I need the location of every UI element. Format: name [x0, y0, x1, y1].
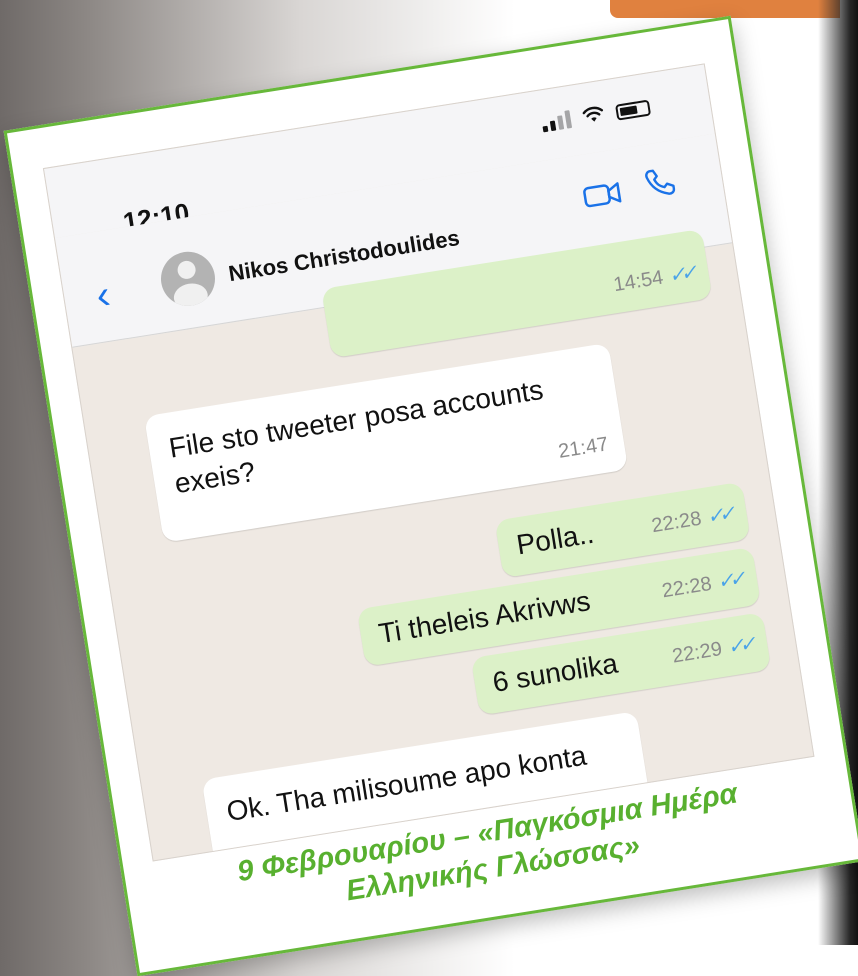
read-receipt-icon: ✓✓ — [715, 568, 743, 594]
avatar[interactable] — [157, 247, 219, 310]
status-icons — [540, 96, 652, 133]
message-meta: 22:29 ✓✓ — [670, 626, 754, 674]
message-time: 21:47 — [556, 433, 610, 463]
phone-icon[interactable] — [641, 165, 678, 202]
message-text: Polla.. — [514, 517, 597, 561]
message-meta: 21:47 — [556, 426, 611, 469]
top-accent-bar — [610, 0, 840, 18]
read-receipt-icon: ✓✓ — [726, 633, 753, 659]
message-meta: 14:54 ✓✓ — [611, 255, 695, 303]
read-receipt-icon: ✓✓ — [667, 261, 694, 288]
message-text: File sto tweeter posa accounts exeis? — [166, 373, 546, 500]
message-list: 14:54 ✓✓ File sto tweeter posa accounts … — [72, 228, 813, 862]
wifi-icon — [582, 106, 604, 122]
battery-icon — [615, 99, 652, 121]
message-meta: 22:28 ✓✓ — [649, 496, 733, 544]
screenshot-card: 12:10 ‹ Nikos Christodoulides 14:54 ✓✓ F… — [3, 15, 858, 976]
signal-icon — [541, 110, 573, 133]
phone-screen: 12:10 ‹ Nikos Christodoulides 14:54 ✓✓ F… — [42, 63, 815, 862]
message-text: 6 sunolika — [490, 647, 620, 698]
message-text: Ti theleis Akrivws — [376, 585, 593, 650]
back-chevron-icon[interactable]: ‹ — [93, 273, 113, 319]
read-receipt-icon: ✓✓ — [705, 502, 733, 529]
message-time: 22:29 — [670, 637, 724, 668]
video-camera-icon[interactable] — [581, 177, 625, 213]
message-time: 22:28 — [650, 507, 704, 538]
message-meta: 22:28 ✓✓ — [659, 561, 743, 609]
message-time: 14:54 — [611, 266, 665, 297]
message-time: 22:28 — [660, 572, 714, 603]
